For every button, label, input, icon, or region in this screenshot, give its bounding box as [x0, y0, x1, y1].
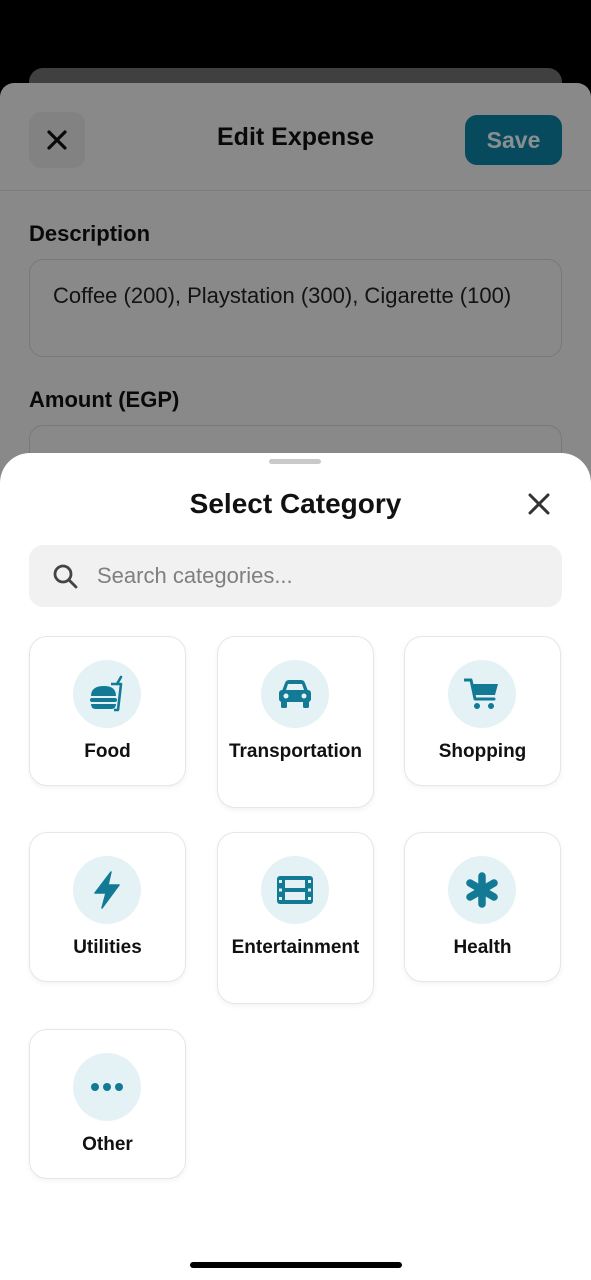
close-icon: [528, 493, 550, 515]
category-utilities[interactable]: Utilities: [29, 832, 186, 982]
sheet-grabber[interactable]: [269, 459, 321, 464]
category-label: Shopping: [438, 741, 527, 762]
category-icon-badge: [448, 660, 516, 728]
bolt-icon: [94, 871, 120, 909]
category-shopping[interactable]: Shopping: [404, 636, 561, 786]
category-icon-badge: [73, 660, 141, 728]
category-icon-badge: [448, 856, 516, 924]
asterisk-icon: [466, 872, 498, 908]
search-input[interactable]: [97, 545, 537, 607]
category-sheet: Select Category Food: [0, 453, 591, 1280]
food-icon: [90, 675, 123, 712]
category-transportation[interactable]: Transportation: [217, 636, 374, 808]
category-icon-badge: [261, 660, 329, 728]
cart-icon: [464, 678, 498, 709]
category-other[interactable]: Other: [29, 1029, 186, 1179]
film-icon: [277, 876, 313, 904]
category-icon-badge: [261, 856, 329, 924]
car-icon: [279, 680, 311, 708]
category-health[interactable]: Health: [404, 832, 561, 982]
category-food[interactable]: Food: [29, 636, 186, 786]
category-icon-badge: [73, 856, 141, 924]
home-indicator[interactable]: [190, 1262, 402, 1268]
category-label: Transportation: [228, 741, 362, 762]
category-label: Other: [82, 1134, 133, 1155]
search-bar[interactable]: [29, 545, 562, 607]
sheet-close-button[interactable]: [524, 489, 554, 519]
category-label: Entertainment: [231, 937, 360, 958]
category-entertainment[interactable]: Entertainment: [217, 832, 374, 1004]
sheet-title: Select Category: [189, 488, 402, 519]
category-label: Health: [453, 937, 512, 958]
category-label: Food: [84, 741, 131, 762]
category-icon-badge: [73, 1053, 141, 1121]
ellipsis-icon: [91, 1083, 123, 1091]
search-icon: [53, 564, 78, 589]
category-label: Utilities: [73, 937, 142, 958]
